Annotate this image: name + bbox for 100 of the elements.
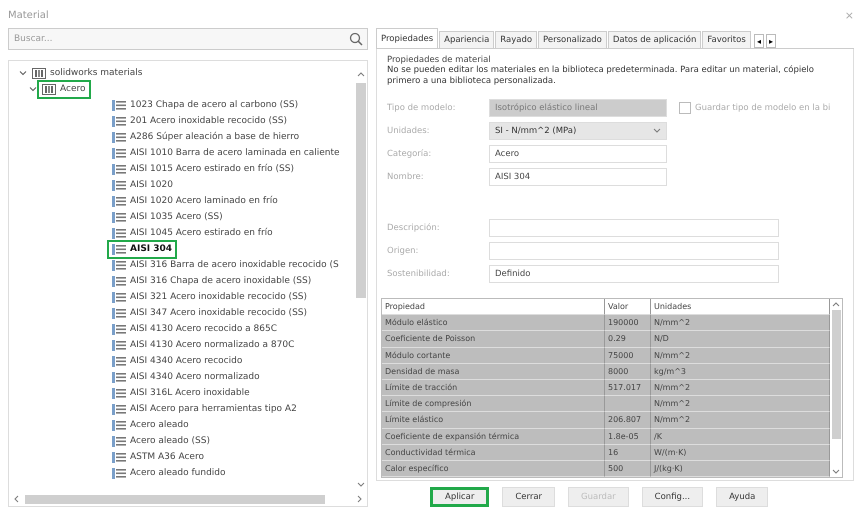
tree-item[interactable]: AISI 4130 Acero normalizado a 870C: [130, 340, 294, 350]
tree-item[interactable]: AISI Acero para herramientas tipo A2: [130, 404, 297, 414]
column-header: Propiedad: [382, 299, 605, 316]
tree-item[interactable]: Acero: [60, 84, 86, 94]
material-list-icon: [112, 116, 126, 126]
table-cell: N/mm^2: [651, 412, 830, 428]
table-cell: 8000: [605, 364, 651, 380]
tab[interactable]: Datos de aplicación: [608, 31, 702, 48]
name-field[interactable]: AISI 304: [489, 168, 667, 186]
tree-item[interactable]: AISI 1020 Acero laminado en frío: [130, 196, 278, 206]
tab[interactable]: Propiedades: [376, 28, 438, 48]
checkbox[interactable]: [679, 102, 691, 114]
scrollbar-thumb[interactable]: [356, 83, 366, 298]
material-list-icon: [112, 340, 126, 350]
scroll-up-icon[interactable]: [832, 301, 840, 307]
tree-item[interactable]: solidworks materials: [50, 68, 142, 78]
material-list-icon: [112, 180, 126, 190]
material-list-icon: [112, 196, 126, 206]
scroll-up-icon[interactable]: [357, 71, 365, 77]
tree-item[interactable]: AISI 4130 Acero recocido a 865C: [130, 324, 278, 334]
tree-item[interactable]: AISI 321 Acero inoxidable recocido (SS): [130, 292, 308, 302]
table-cell: Límite de tracción: [382, 380, 605, 396]
table-cell: J/(kg·K): [651, 460, 830, 478]
material-list-icon: [112, 132, 126, 142]
tree-item[interactable]: Acero aleado (SS): [130, 436, 210, 446]
search-field[interactable]: Buscar...: [8, 28, 368, 50]
units-dropdown[interactable]: SI - N/mm^2 (MPa): [489, 122, 667, 140]
tree-item[interactable]: AISI 1015 Acero estirado en frío (SS): [130, 164, 294, 174]
field-label: Tipo de modelo:: [387, 103, 456, 113]
tree-item[interactable]: 201 Acero inoxidable recocido (SS): [130, 116, 287, 126]
tree-item[interactable]: ASTM A36 Acero: [130, 452, 204, 462]
table-cell: N/mm^2: [651, 396, 830, 412]
material-list-icon: [112, 372, 126, 382]
tab[interactable]: Rayado: [495, 31, 538, 48]
tree-item[interactable]: AISI 4340 Acero recocido: [130, 356, 242, 366]
scroll-right-icon[interactable]: [357, 495, 363, 503]
category-field[interactable]: Acero: [489, 145, 667, 163]
material-list-icon: [112, 148, 126, 158]
tree-item[interactable]: AISI 304: [130, 244, 172, 254]
description-field[interactable]: [489, 219, 779, 237]
table-cell: N/mm^2: [651, 348, 830, 364]
material-list-icon: [112, 244, 126, 254]
table-cell: Módulo elástico: [382, 315, 605, 332]
tree-item[interactable]: Acero aleado fundido: [130, 468, 226, 478]
scrollbar-thumb[interactable]: [832, 310, 840, 440]
tab[interactable]: Personalizado: [538, 31, 607, 48]
scroll-left-icon[interactable]: [13, 495, 19, 503]
dialog-button[interactable]: Aplicar: [430, 487, 490, 507]
table-cell: 500: [605, 460, 651, 478]
tree-item[interactable]: 1023 Chapa de acero al carbono (SS): [130, 100, 298, 110]
material-list-icon: [112, 468, 126, 478]
dialog-button[interactable]: Config...: [642, 487, 704, 507]
tree-item[interactable]: Acero aleado: [130, 420, 189, 430]
table-cell: Densidad de masa: [382, 364, 605, 380]
table-cell: [605, 396, 651, 412]
material-list-icon: [112, 356, 126, 366]
tab-scroll-button[interactable]: ◂: [754, 34, 764, 48]
tree-item[interactable]: AISI 1035 Acero (SS): [130, 212, 223, 222]
scroll-down-icon[interactable]: [357, 482, 365, 488]
column-header: Valor: [605, 299, 651, 316]
material-list-icon: [112, 164, 126, 174]
tab[interactable]: Favoritos: [702, 31, 751, 48]
table-cell: 75000: [605, 348, 651, 364]
field-label: Sostenibilidad:: [387, 269, 451, 279]
table-cell: Límite elástico: [382, 412, 605, 428]
material-list-icon: [112, 324, 126, 334]
material-list-icon: [112, 100, 126, 110]
tree-item[interactable]: AISI 316L Acero inoxidable: [130, 388, 250, 398]
dialog-button[interactable]: Cerrar: [502, 487, 556, 507]
table-cell: 0.29: [605, 331, 651, 348]
field-label: Categoría:: [387, 149, 432, 159]
scroll-down-icon[interactable]: [832, 469, 840, 476]
tab[interactable]: Apariencia: [439, 31, 494, 48]
window-title: Material: [8, 10, 49, 20]
tree-item[interactable]: AISI 316 Chapa de acero inoxidable (SS): [130, 276, 312, 286]
sustainability-field[interactable]: Definido: [489, 265, 779, 283]
tab-scroll-button[interactable]: ▸: [766, 34, 776, 48]
tree-item[interactable]: AISI 347 Acero inoxidable recocido (SS): [130, 308, 308, 318]
tree-item[interactable]: A286 Súper aleación a base de hierro: [130, 132, 300, 142]
tree-item[interactable]: AISI 1010 Barra de acero laminada en caliente: [130, 148, 340, 158]
origin-field[interactable]: [489, 242, 779, 260]
material-list-icon: [112, 420, 126, 430]
scrollbar-thumb[interactable]: [25, 494, 325, 504]
field-label: Origen:: [387, 246, 420, 256]
tree-item[interactable]: AISI 316 Barra de acero inoxidable recocido (S: [130, 260, 339, 270]
material-list-icon: [112, 388, 126, 398]
chevron-icon[interactable]: [29, 85, 37, 93]
table-cell: Módulo cortante: [382, 348, 605, 364]
chevron-icon[interactable]: [19, 69, 27, 77]
dialog-button[interactable]: Ayuda: [716, 487, 768, 507]
table-cell: Calor específico: [382, 460, 605, 478]
tree-item[interactable]: AISI 1045 Acero estirado en frío: [130, 228, 273, 238]
material-list-icon: [112, 292, 126, 302]
checkbox-label: Guardar tipo de modelo en la bi: [695, 103, 830, 113]
tree-item[interactable]: AISI 4340 Acero normalizado: [130, 372, 260, 382]
tree-item[interactable]: AISI 1020: [130, 180, 173, 190]
table-cell: Conductividad térmica: [382, 444, 605, 461]
material-list-icon: [112, 260, 126, 270]
search-icon[interactable]: [349, 32, 363, 46]
field-label: Unidades:: [387, 126, 430, 136]
